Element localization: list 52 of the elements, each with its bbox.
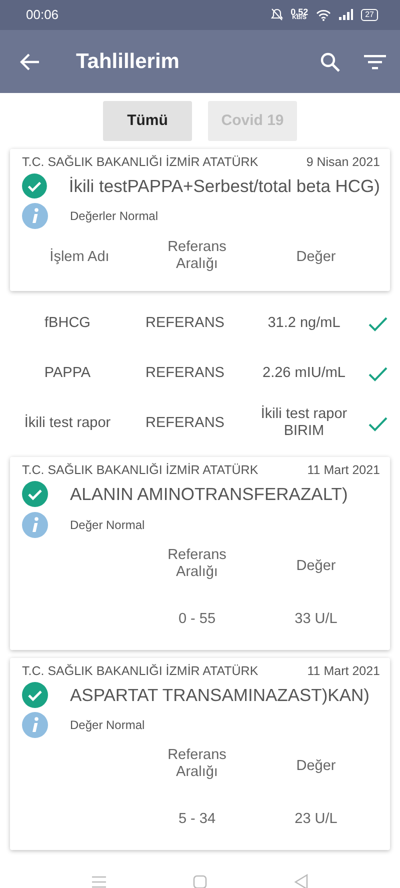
screen-title: Tahlillerim <box>76 48 180 75</box>
check-circle-icon <box>22 481 48 508</box>
column-header: İşlem Adı <box>50 249 110 267</box>
speed-value: 0.52 <box>290 8 308 16</box>
battery-indicator: 27 <box>361 8 378 21</box>
lab-name: T.C. SAĞLIK BAKANLIĞI İZMİR ATATÜRK <box>22 462 258 480</box>
test-title: ASPARTAT TRANSAMINAZAST)KAN) <box>70 684 370 707</box>
check-circle-icon <box>22 173 47 200</box>
reference-range: 5 - 34 <box>178 810 216 827</box>
signal-icon <box>339 9 354 20</box>
search-button[interactable] <box>320 52 340 72</box>
column-header: Değer <box>296 758 336 776</box>
column-header: Değer <box>296 249 336 267</box>
search-icon <box>320 52 340 72</box>
result-value: İkili test rapor BIRIM <box>260 406 348 440</box>
info-icon <box>22 512 48 538</box>
column-header: Referans Aralığı <box>166 238 228 274</box>
column-header: Referans Aralığı <box>166 747 228 782</box>
check-circle-icon <box>22 682 48 708</box>
lab-name: T.C. SAĞLIK BAKANLIĞI İZMİR ATATÜRK <box>22 154 258 171</box>
result-value: 33 U/L <box>294 610 338 626</box>
test-title: ALANIN AMINOTRANSFERAZALT) <box>70 483 348 506</box>
result-value: 23 U/L <box>294 810 338 827</box>
status-text: Değer Normal <box>70 716 145 734</box>
wifi-icon <box>316 8 332 21</box>
clock: 00:06 <box>26 6 59 24</box>
status-text: Değer Normal <box>70 516 145 534</box>
back-arrow-icon <box>20 52 40 70</box>
filter-tab[interactable]: Tümü <box>103 101 192 141</box>
filter-button[interactable] <box>364 54 386 70</box>
info-icon <box>22 712 48 738</box>
result-value: 31.2 ng/mL <box>268 315 340 333</box>
column-header: Değer <box>296 558 336 575</box>
test-title: İkili testPAPPA+Serbest/total beta HCG) <box>68 175 380 198</box>
test-name: PAPPA <box>44 365 91 382</box>
test-name: İkili test rapor <box>24 415 111 432</box>
test-date: 9 Nisan 2021 <box>306 154 380 171</box>
filter-icon <box>364 54 386 70</box>
back-button[interactable] <box>20 52 40 70</box>
test-date: 11 Mart 2021 <box>307 662 380 680</box>
reference-range: REFERANS <box>146 315 224 332</box>
test-name: fBHCG <box>44 315 90 332</box>
lab-name: T.C. SAĞLIK BAKANLIĞI İZMİR ATATÜRK <box>22 662 258 680</box>
reference-range: REFERANS <box>146 365 224 382</box>
test-date: 11 Mart 2021 <box>307 462 380 480</box>
reference-range: 0 - 55 <box>178 610 216 626</box>
status-text: Değerler Normal <box>70 208 158 226</box>
reference-range: REFERANS <box>146 415 224 432</box>
column-header: Referans Aralığı <box>166 546 228 582</box>
bell-muted-icon <box>270 8 283 22</box>
result-value: 2.26 mIU/mL <box>262 365 346 383</box>
info-icon <box>22 203 48 230</box>
